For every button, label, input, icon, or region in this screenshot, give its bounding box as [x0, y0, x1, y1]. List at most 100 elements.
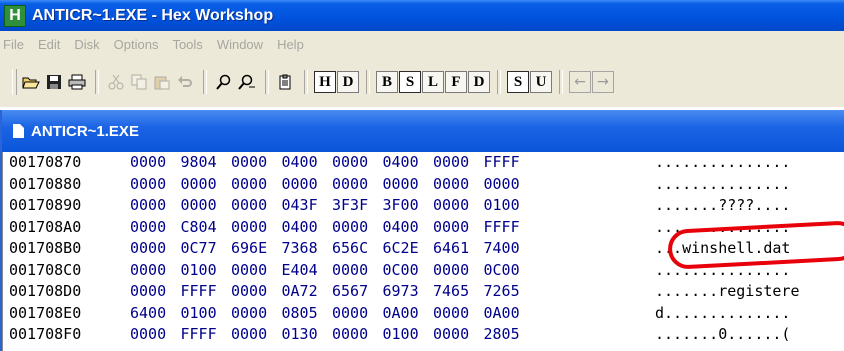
hex-word[interactable]: FFFF — [484, 218, 535, 236]
copy-icon[interactable] — [128, 71, 150, 93]
hex-word[interactable]: 6400 — [130, 304, 181, 322]
hex-word[interactable]: 0000 — [282, 175, 333, 193]
toolbar-grip[interactable] — [12, 69, 17, 95]
hex-word[interactable]: 0C00 — [383, 261, 434, 279]
hex-word[interactable]: 0000 — [332, 153, 383, 171]
hex-word[interactable]: 0400 — [282, 218, 333, 236]
hex-row[interactable]: 001708C0 0000 0100 0000 E404 0000 0C00 0000 0C00… — [9, 261, 790, 279]
find-next-icon[interactable] — [236, 71, 258, 93]
hex-word[interactable]: 7368 — [282, 239, 333, 257]
hex-word[interactable]: 0000 — [231, 153, 282, 171]
hex-word[interactable]: 9804 — [181, 153, 232, 171]
menu-edit[interactable]: Edit — [31, 37, 67, 52]
undo-icon[interactable] — [174, 71, 196, 93]
hex-word[interactable]: 0A72 — [282, 282, 333, 300]
hex-word[interactable]: 0100 — [484, 196, 535, 214]
hex-word[interactable]: 0805 — [282, 304, 333, 322]
hex-word[interactable]: 0A00 — [484, 304, 535, 322]
ascii-column[interactable]: ............... — [655, 218, 790, 236]
ascii-column[interactable]: .......????.... — [655, 196, 790, 214]
ascii-column[interactable]: ...winshell.dat — [655, 239, 790, 257]
menu-file[interactable]: File — [0, 37, 31, 52]
ascii-column[interactable]: ............... — [655, 261, 790, 279]
hex-word[interactable]: 0000 — [231, 196, 282, 214]
hex-row[interactable]: 001708A0 0000 C804 0000 0400 0000 0400 0000 FFFF… — [9, 218, 790, 236]
hex-word[interactable]: 0000 — [231, 304, 282, 322]
hex-word[interactable]: 3F00 — [383, 196, 434, 214]
hex-word[interactable]: 0000 — [433, 261, 484, 279]
paste-icon[interactable] — [151, 71, 173, 93]
hex-word[interactable]: 0000 — [484, 175, 535, 193]
hex-word[interactable]: FFFF — [484, 153, 535, 171]
hex-word[interactable]: 6C2E — [383, 239, 434, 257]
hex-view-button[interactable]: H — [314, 71, 336, 93]
hex-word[interactable]: 0000 — [231, 261, 282, 279]
hex-word[interactable]: 7400 — [484, 239, 535, 257]
hex-word[interactable]: 0000 — [332, 325, 383, 343]
hex-word[interactable]: 0100 — [181, 261, 232, 279]
hex-word[interactable]: 0000 — [130, 325, 181, 343]
byte-size-button[interactable]: B — [376, 71, 398, 93]
hex-word[interactable]: 656C — [332, 239, 383, 257]
hex-word[interactable]: 0000 — [130, 196, 181, 214]
hex-word[interactable]: 0000 — [130, 261, 181, 279]
print-icon[interactable] — [66, 71, 88, 93]
hex-word[interactable]: 6567 — [332, 282, 383, 300]
hex-word[interactable]: 0400 — [383, 153, 434, 171]
hex-word[interactable]: 0000 — [383, 175, 434, 193]
save-disk-icon[interactable] — [43, 71, 65, 93]
hex-word[interactable]: 7265 — [484, 282, 535, 300]
unsigned-button[interactable]: U — [530, 71, 552, 93]
hex-workshop-app-icon[interactable]: H — [4, 4, 26, 27]
short-size-button[interactable]: S — [399, 71, 421, 93]
hex-word[interactable]: 0000 — [231, 218, 282, 236]
hex-word[interactable]: 0000 — [130, 218, 181, 236]
hex-word[interactable]: 0A00 — [383, 304, 434, 322]
hex-word[interactable]: 0130 — [282, 325, 333, 343]
ascii-column[interactable]: d.............. — [655, 304, 790, 322]
hex-word[interactable]: 3F3F — [332, 196, 383, 214]
hex-word[interactable]: 2805 — [484, 325, 535, 343]
hex-word[interactable]: 0000 — [130, 282, 181, 300]
ascii-column[interactable]: ............... — [655, 153, 790, 171]
menu-window[interactable]: Window — [210, 37, 270, 52]
hex-word[interactable]: 0000 — [433, 175, 484, 193]
find-icon[interactable] — [213, 71, 235, 93]
hex-word[interactable]: 0000 — [332, 304, 383, 322]
hex-row[interactable]: 00170890 0000 0000 0000 043F 3F3F 3F00 0000 0100… — [9, 196, 790, 214]
hex-word[interactable]: 0000 — [181, 196, 232, 214]
hex-row[interactable]: 00170870 0000 9804 0000 0400 0000 0400 0000 FFFF… — [9, 153, 790, 171]
hex-row[interactable]: 001708D0 0000 FFFF 0000 0A72 6567 6973 7465 7265… — [9, 282, 800, 300]
hex-word[interactable]: C804 — [181, 218, 232, 236]
hex-word[interactable]: 0C77 — [181, 239, 232, 257]
forward-arrow-icon[interactable]: → — [592, 71, 614, 93]
hex-word[interactable]: 0000 — [433, 196, 484, 214]
hex-word[interactable]: 0100 — [181, 304, 232, 322]
hex-word[interactable]: 0000 — [181, 175, 232, 193]
hex-word[interactable]: 0000 — [231, 175, 282, 193]
signed-button[interactable]: S — [507, 71, 529, 93]
menu-help[interactable]: Help — [270, 37, 311, 52]
hex-word[interactable]: E404 — [282, 261, 333, 279]
double-size-button[interactable]: D — [468, 71, 490, 93]
ascii-column[interactable]: .......0......( — [655, 325, 790, 343]
float-size-button[interactable]: F — [445, 71, 467, 93]
hex-word[interactable]: 7465 — [433, 282, 484, 300]
hex-row[interactable]: 001708E0 6400 0100 0000 0805 0000 0A00 0000 0A00… — [9, 304, 790, 322]
ascii-column[interactable]: ............... — [655, 175, 790, 193]
hex-word[interactable]: FFFF — [181, 325, 232, 343]
hex-word[interactable]: 0400 — [383, 218, 434, 236]
menu-disk[interactable]: Disk — [67, 37, 106, 52]
hex-word[interactable]: 6461 — [433, 239, 484, 257]
hex-row[interactable]: 001708F0 0000 FFFF 0000 0130 0000 0100 0000 2805… — [9, 325, 790, 343]
hex-word[interactable]: 696E — [231, 239, 282, 257]
hex-word[interactable]: 0000 — [130, 239, 181, 257]
hex-word[interactable]: 0000 — [433, 304, 484, 322]
document-title-bar[interactable]: ANTICR~1.EXE — [2, 110, 844, 152]
cut-icon[interactable] — [105, 71, 127, 93]
long-size-button[interactable]: L — [422, 71, 444, 93]
clipboard-icon[interactable] — [275, 71, 297, 93]
menu-options[interactable]: Options — [107, 37, 166, 52]
hex-word[interactable]: 0000 — [332, 175, 383, 193]
hex-word[interactable]: 0000 — [231, 325, 282, 343]
